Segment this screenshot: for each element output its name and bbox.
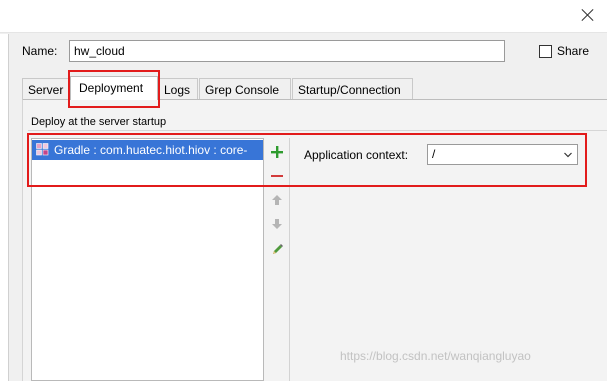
- name-label: Name:: [22, 44, 58, 58]
- tab-grep-console-label: Grep Console: [205, 83, 280, 97]
- chevron-down-icon: [564, 152, 572, 158]
- share-checkbox[interactable]: [539, 45, 552, 58]
- group-divider: [28, 130, 607, 131]
- watermark-text: https://blog.csdn.net/wanqiangluyao: [340, 349, 531, 363]
- tab-deployment-label: Deployment: [79, 81, 144, 95]
- arrow-down-icon[interactable]: [268, 215, 286, 233]
- name-input[interactable]: hw_cloud: [69, 40, 505, 62]
- list-item-label: Gradle : com.huatec.hiot.hiov : core-: [54, 143, 248, 157]
- tab-deployment[interactable]: Deployment: [70, 76, 158, 100]
- share-label[interactable]: Share: [557, 44, 589, 58]
- tab-startup-connection-label: Startup/Connection: [298, 83, 401, 97]
- tab-server-label: Server: [28, 83, 64, 97]
- tab-strip: Server Deployment Logs Grep Console Star…: [22, 76, 607, 100]
- list-item[interactable]: Gradle : com.huatec.hiot.hiov : core-: [32, 140, 263, 160]
- deployment-list[interactable]: Gradle : com.huatec.hiot.hiov : core-: [31, 138, 264, 381]
- pencil-icon[interactable]: [268, 240, 286, 258]
- configurations-tree-pane: [0, 34, 9, 381]
- tab-startup-connection[interactable]: Startup/Connection: [292, 78, 413, 100]
- tab-logs[interactable]: Logs: [158, 78, 198, 100]
- tab-logs-label: Logs: [164, 83, 191, 97]
- deployment-toolbar: [264, 138, 290, 381]
- deploy-group-title: Deploy at the server startup: [31, 116, 167, 128]
- plus-icon[interactable]: [268, 143, 286, 161]
- tab-grep-console[interactable]: Grep Console: [199, 78, 291, 100]
- application-context-select[interactable]: /: [427, 144, 578, 165]
- application-context-value: /: [432, 147, 436, 161]
- dialog-title-bar: [0, 0, 607, 33]
- arrow-up-icon[interactable]: [268, 191, 286, 209]
- close-icon[interactable]: [581, 8, 595, 22]
- tab-server[interactable]: Server: [22, 78, 69, 100]
- application-context-label: Application context:: [304, 148, 409, 162]
- minus-icon[interactable]: [268, 167, 286, 185]
- gradle-artifact-icon: [36, 143, 49, 156]
